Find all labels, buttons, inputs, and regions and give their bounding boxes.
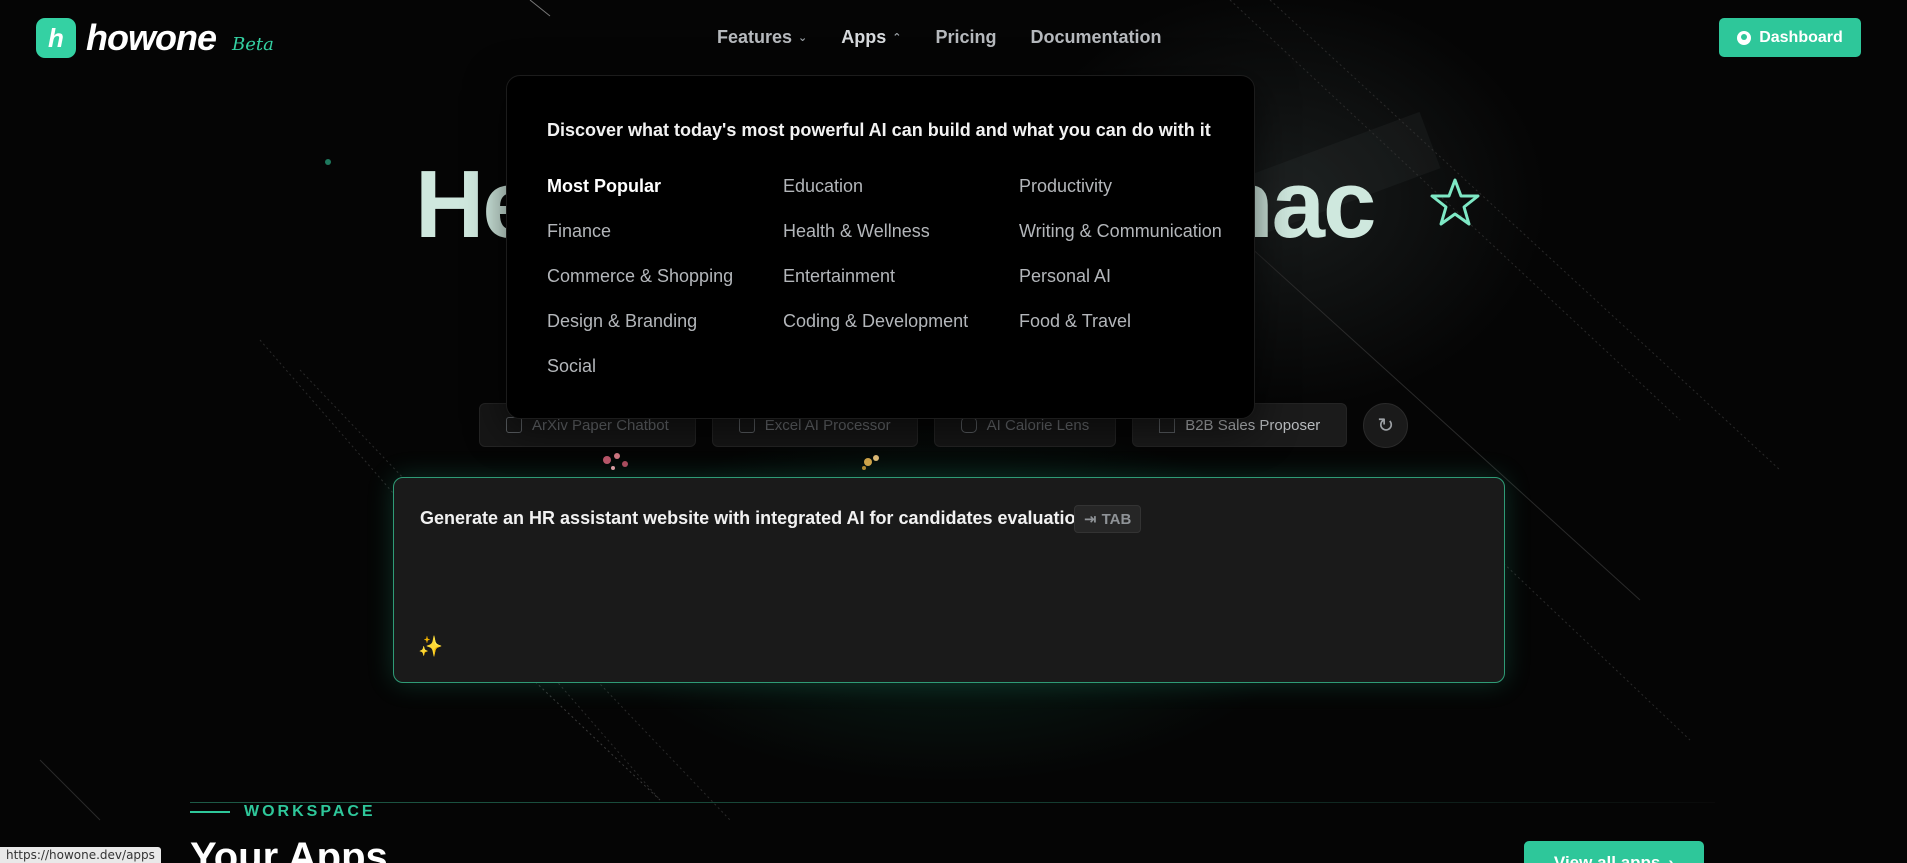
document-icon: [506, 417, 522, 433]
nav-documentation-label: Documentation: [1030, 27, 1162, 47]
nav-features[interactable]: Features ⌄: [717, 27, 807, 48]
dropdown-heading: Discover what today's most powerful AI c…: [547, 120, 1211, 140]
category-health-wellness[interactable]: Health & Wellness: [783, 221, 930, 242]
view-all-apps-button[interactable]: View all apps ›: [1524, 841, 1704, 863]
main-menu: Features ⌄ Apps ⌃ Pricing Documentation: [717, 27, 1162, 48]
star-icon: [1430, 178, 1480, 226]
nav-apps-label: Apps: [841, 27, 887, 47]
your-apps-title: Your Apps: [190, 835, 388, 863]
spreadsheet-icon: [738, 417, 755, 433]
logo-mark-icon: h: [36, 18, 76, 58]
section-accent-line: [190, 811, 230, 813]
category-food-travel[interactable]: Food & Travel: [1019, 311, 1131, 332]
category-design-branding[interactable]: Design & Branding: [547, 311, 697, 332]
top-nav: h howone Beta Features ⌄ Apps ⌃ Pricing …: [0, 0, 1907, 76]
tab-hint-label: TAB: [1101, 510, 1132, 528]
dashboard-button[interactable]: Dashboard: [1719, 18, 1861, 57]
prompt-placeholder: Generate an HR assistant website with in…: [420, 508, 1102, 528]
category-productivity[interactable]: Productivity: [1019, 176, 1112, 197]
user-circle-icon: [1737, 30, 1752, 45]
category-education[interactable]: Education: [783, 176, 863, 197]
section-divider: [190, 802, 1715, 803]
prompt-input-box[interactable]: Generate an HR assistant website with in…: [393, 477, 1505, 683]
chip-label: Excel AI Processor: [764, 416, 891, 434]
chip-label: B2B Sales Proposer: [1185, 416, 1321, 434]
view-all-label: View all apps: [1553, 853, 1661, 863]
refresh-suggestions-button[interactable]: ↻: [1363, 403, 1409, 448]
category-coding-development[interactable]: Coding & Development: [783, 311, 968, 332]
camera-icon: [960, 417, 977, 433]
chevron-down-icon: ⌄: [798, 32, 808, 44]
beta-badge: Beta: [231, 33, 274, 55]
nav-documentation[interactable]: Documentation: [1031, 27, 1162, 48]
category-personal-ai[interactable]: Personal AI: [1019, 266, 1111, 287]
status-bar-url: https://howone.dev/apps: [0, 847, 161, 863]
chevron-up-icon: ⌃: [892, 32, 902, 44]
nav-pricing[interactable]: Pricing: [935, 27, 996, 48]
tab-hint-badge: ⇥ TAB: [1074, 505, 1142, 533]
nav-features-label: Features: [717, 27, 793, 47]
workspace-label: WORKSPACE: [244, 803, 376, 820]
nav-pricing-label: Pricing: [935, 27, 997, 47]
chip-label: AI Calorie Lens: [986, 416, 1090, 434]
category-most-popular[interactable]: Most Popular: [547, 176, 661, 197]
tab-arrow-icon: ⇥: [1084, 511, 1097, 528]
nav-apps[interactable]: Apps ⌃: [841, 27, 901, 48]
sparkle-icon[interactable]: ✨: [418, 634, 443, 659]
brand-logo[interactable]: h howone Beta: [36, 17, 274, 59]
chevron-right-icon: ›: [1668, 853, 1675, 863]
category-commerce-shopping[interactable]: Commerce & Shopping: [547, 266, 733, 287]
refresh-icon: ↻: [1377, 415, 1395, 437]
category-writing-communication[interactable]: Writing & Communication: [1019, 221, 1222, 242]
chart-icon: [1159, 417, 1176, 433]
brand-name: howone: [86, 17, 217, 58]
apps-dropdown: Discover what today's most powerful AI c…: [506, 75, 1255, 419]
category-finance[interactable]: Finance: [547, 221, 611, 242]
chip-label: ArXiv Paper Chatbot: [532, 416, 669, 434]
category-social[interactable]: Social: [547, 356, 596, 377]
category-entertainment[interactable]: Entertainment: [783, 266, 895, 287]
dashboard-label: Dashboard: [1759, 28, 1843, 46]
